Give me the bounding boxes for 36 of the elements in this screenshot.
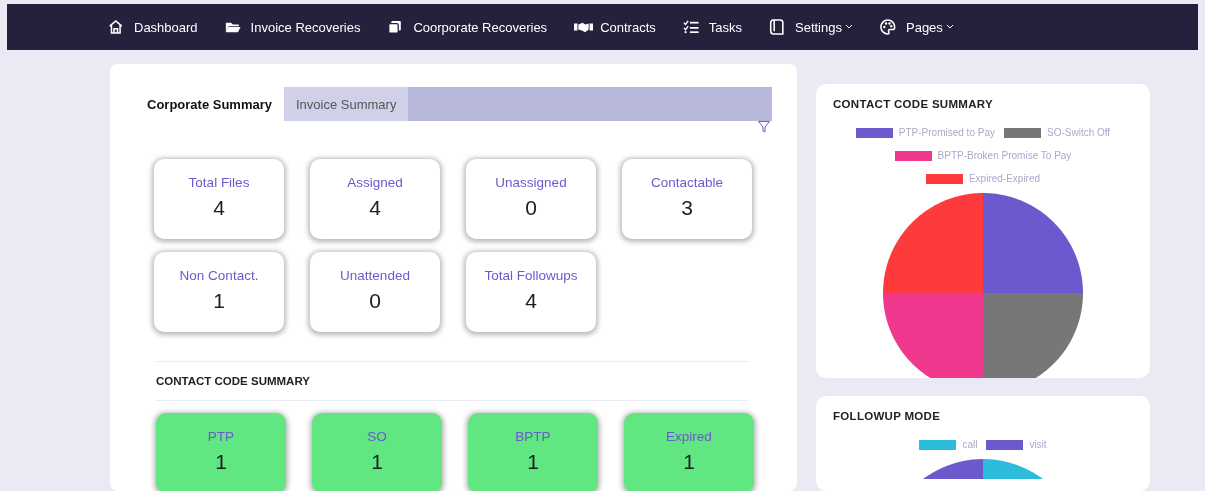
stat-value: 4 — [525, 289, 537, 313]
stat-label: Total Files — [188, 175, 250, 190]
stat-label: Expired — [666, 429, 712, 444]
stat-label: Assigned — [347, 175, 403, 190]
checklist-icon — [682, 18, 702, 36]
stat-label: Unassigned — [495, 175, 567, 190]
stat-label: Unattended — [340, 268, 410, 283]
nav-link[interactable]: Settings — [769, 18, 853, 36]
stat-value: 1 — [213, 289, 225, 313]
stat-label: Contactable — [650, 175, 724, 190]
nav-link[interactable]: Pages — [880, 18, 954, 36]
stat-label: BPTP — [515, 429, 551, 444]
tab[interactable]: Invoice Summary — [284, 87, 409, 121]
nav-link[interactable]: Contracts — [574, 18, 656, 36]
stat-value: 1 — [371, 450, 383, 474]
stat-label: Total Followups — [484, 268, 578, 283]
stat-value: 1 — [683, 450, 695, 474]
filter-icon[interactable] — [758, 121, 770, 133]
stat-value: 0 — [369, 289, 381, 313]
nav-link[interactable]: Invoice Recoveries — [224, 18, 361, 36]
stat-label: Non Contact. — [179, 268, 259, 283]
stat-label: SO — [367, 429, 387, 444]
chart-title: CONTACT CODE SUMMARY — [833, 98, 994, 110]
nav-link[interactable]: Coorporate Recoveries — [387, 18, 548, 36]
stat-value: 4 — [369, 196, 381, 220]
tab[interactable]: Corporate Summary — [135, 87, 284, 121]
stat-value: 1 — [215, 450, 227, 474]
chart-title: FOLLOWUP MODE — [833, 410, 942, 422]
nav-link[interactable]: Tasks — [682, 18, 742, 36]
nav-link[interactable]: Dashboard — [108, 18, 198, 36]
stat-value: 4 — [213, 196, 225, 220]
section-title: CONTACT CODE SUMMARY — [156, 375, 311, 387]
stat-value: 3 — [681, 196, 693, 220]
stat-value: 1 — [527, 450, 539, 474]
stat-value: 0 — [525, 196, 537, 220]
stat-label: PTP — [207, 429, 235, 444]
